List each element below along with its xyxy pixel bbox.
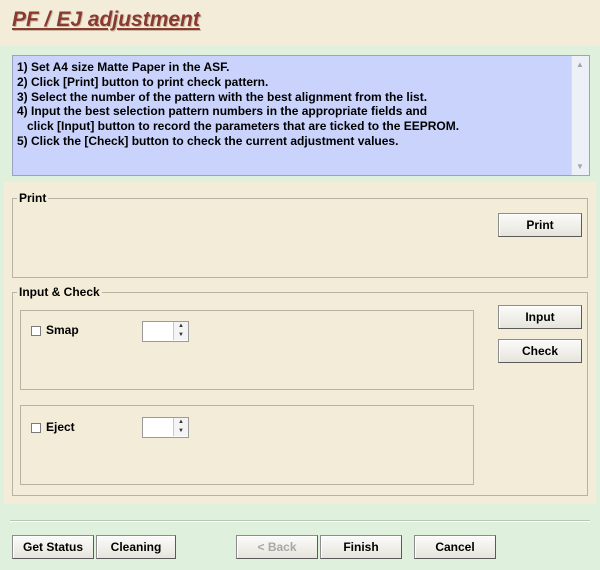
print-button[interactable]: Print <box>498 213 582 237</box>
title-bar: PF / EJ adjustment <box>0 0 600 46</box>
eject-panel <box>20 405 474 485</box>
scroll-down-arrow-icon[interactable]: ▼ <box>576 162 584 171</box>
footer-separator <box>10 520 590 522</box>
get-status-button[interactable]: Get Status <box>12 535 94 559</box>
back-button[interactable]: < Back <box>236 535 318 559</box>
scroll-up-arrow-icon[interactable]: ▲ <box>576 60 584 69</box>
eject-checkbox[interactable] <box>31 423 41 433</box>
print-group-legend: Print <box>19 191 47 205</box>
instructions-text: 1) Set A4 size Matte Paper in the ASF. 2)… <box>17 60 569 149</box>
spin-down-icon[interactable]: ▼ <box>173 331 188 340</box>
smap-value-field[interactable] <box>143 322 173 341</box>
eject-value-field[interactable] <box>143 418 173 437</box>
smap-label: Smap <box>46 323 79 337</box>
instruction-line: click [Input] button to record the param… <box>17 119 460 134</box>
instruction-line: 1) Set A4 size Matte Paper in the ASF. <box>17 60 230 74</box>
smap-checkbox[interactable] <box>31 326 41 336</box>
check-button[interactable]: Check <box>498 339 582 363</box>
finish-button[interactable]: Finish <box>320 535 402 559</box>
instruction-line: 4) Input the best selection pattern numb… <box>17 104 428 119</box>
instructions-scrollbar[interactable]: ▲ ▼ <box>571 56 589 175</box>
pf-ej-adjustment-window: { "title": "PF / EJ adjustment", "instru… <box>0 0 600 570</box>
input-check-group-legend: Input & Check <box>19 285 100 299</box>
cleaning-button[interactable]: Cleaning <box>96 535 176 559</box>
instruction-line: 3) Select the number of the pattern with… <box>17 89 428 104</box>
eject-spinner[interactable]: ▲ ▼ <box>142 417 189 438</box>
page-title: PF / EJ adjustment <box>12 8 200 31</box>
main-panel: Print Print Input & Check Smap ▲ ▼ Eject… <box>4 182 596 504</box>
smap-panel <box>20 310 474 390</box>
smap-spinner[interactable]: ▲ ▼ <box>142 321 189 342</box>
cancel-button[interactable]: Cancel <box>414 535 496 559</box>
instructions-box[interactable]: 1) Set A4 size Matte Paper in the ASF. 2)… <box>12 55 590 176</box>
instruction-line: 5) Click the [Check] button to check the… <box>17 133 399 148</box>
eject-label: Eject <box>46 420 75 434</box>
spin-down-icon[interactable]: ▼ <box>173 427 188 436</box>
instruction-line: 2) Click [Print] button to print check p… <box>17 74 269 89</box>
input-button[interactable]: Input <box>498 305 582 329</box>
